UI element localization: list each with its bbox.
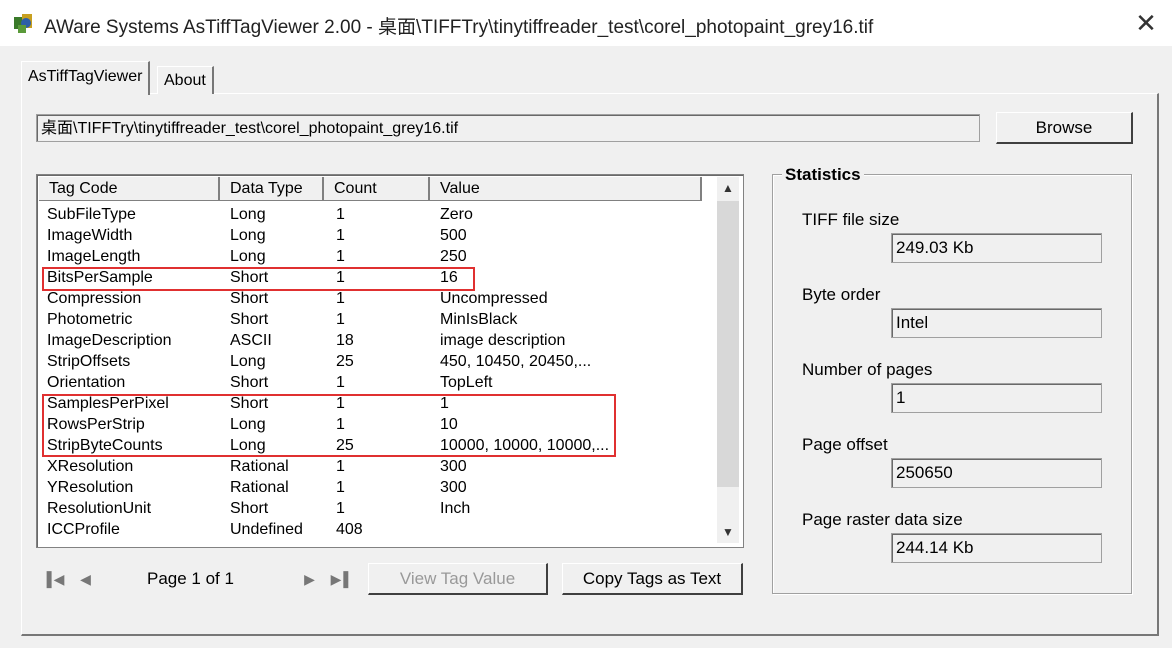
data-type-cell: Rational (230, 458, 289, 475)
value-cell: 450, 10450, 20450,... (440, 353, 592, 370)
count-cell: 408 (336, 521, 363, 538)
vertical-scrollbar[interactable]: ▲ ▼ (717, 177, 739, 543)
data-type-cell: Long (230, 227, 266, 244)
highlight-box-strip-tags (42, 394, 616, 457)
table-row[interactable]: Photometric Short 1 MinIsBlack (39, 309, 715, 330)
data-type-cell: Long (230, 353, 266, 370)
data-type-cell: Short (230, 311, 269, 328)
browse-button[interactable]: Browse (996, 112, 1133, 144)
data-type-cell: ASCII (230, 332, 272, 349)
page-offset-field[interactable]: 250650 (891, 458, 1102, 488)
byte-order-field[interactable]: Intel (891, 308, 1102, 338)
next-page-icon[interactable]: ▶ (298, 570, 318, 588)
window-title: AWare Systems AsTiffTagViewer 2.00 - 桌面\… (44, 17, 874, 38)
table-row[interactable]: ImageWidth Long 1 500 (39, 225, 715, 246)
value-cell: Zero (440, 206, 473, 223)
highlight-box-bitspersample (42, 267, 475, 291)
column-header-value[interactable]: Value (430, 177, 702, 201)
value-cell: Uncompressed (440, 290, 548, 307)
tag-code-cell: ImageLength (47, 248, 141, 265)
file-path-field[interactable]: 桌面\TIFFTry\tinytiffreader_test\corel_pho… (36, 114, 980, 142)
value-cell: 300 (440, 458, 467, 475)
close-icon[interactable]: ✕ (1130, 8, 1162, 38)
tiff-file-size-field[interactable]: 249.03 Kb (891, 233, 1102, 263)
table-row[interactable]: SubFileType Long 1 Zero (39, 204, 715, 225)
table-row[interactable]: XResolution Rational 1 300 (39, 456, 715, 477)
column-header-tag-code[interactable]: Tag Code (39, 177, 220, 201)
table-row[interactable]: YResolution Rational 1 300 (39, 477, 715, 498)
tag-code-cell: ImageDescription (47, 332, 172, 349)
count-cell: 1 (336, 290, 345, 307)
tab-about[interactable]: About (157, 66, 214, 94)
value-cell: 250 (440, 248, 467, 265)
table-row[interactable]: ICCProfile Undefined 408 (39, 519, 715, 540)
count-cell: 1 (336, 227, 345, 244)
column-header-count[interactable]: Count (324, 177, 430, 201)
count-cell: 18 (336, 332, 354, 349)
tag-code-cell: ResolutionUnit (47, 500, 152, 517)
count-cell: 1 (336, 500, 345, 517)
scroll-up-icon[interactable]: ▲ (717, 177, 739, 199)
data-type-cell: Rational (230, 479, 289, 496)
first-page-icon[interactable]: ▌◀ (44, 570, 65, 588)
previous-page-icon[interactable]: ◀ (74, 570, 94, 588)
last-page-icon[interactable]: ▶▐ (328, 570, 349, 588)
tag-code-cell: Compression (47, 290, 142, 307)
page-indicator: Page 1 of 1 (147, 569, 234, 588)
tag-code-cell: YResolution (47, 479, 134, 496)
count-cell: 1 (336, 479, 345, 496)
page-raster-data-size-label: Page raster data size (802, 510, 963, 529)
count-cell: 1 (336, 311, 345, 328)
tag-list-header: Tag Code Data Type Count Value (39, 177, 737, 202)
tag-code-cell: StripOffsets (47, 353, 131, 370)
table-row[interactable]: Orientation Short 1 TopLeft (39, 372, 715, 393)
tag-code-cell: ImageWidth (47, 227, 133, 244)
scroll-down-icon[interactable]: ▼ (717, 521, 739, 543)
column-header-data-type[interactable]: Data Type (220, 177, 324, 201)
data-type-cell: Undefined (230, 521, 303, 538)
statistics-title: Statistics (782, 165, 864, 185)
data-type-cell: Short (230, 500, 269, 517)
page-offset-label: Page offset (802, 435, 888, 454)
data-type-cell: Short (230, 374, 269, 391)
number-of-pages-label: Number of pages (802, 360, 933, 379)
count-cell: 1 (336, 374, 345, 391)
table-row[interactable]: ImageLength Long 1 250 (39, 246, 715, 267)
tab-astifftagviewer[interactable]: AsTiffTagViewer (21, 61, 151, 95)
count-cell: 25 (336, 353, 354, 370)
table-row[interactable]: Compression Short 1 Uncompressed (39, 288, 715, 309)
tiff-file-size-label: TIFF file size (802, 210, 900, 229)
view-tag-value-button[interactable]: View Tag Value (368, 563, 548, 595)
tag-code-cell: ICCProfile (47, 521, 120, 538)
tag-code-cell: Photometric (47, 311, 133, 328)
tag-code-cell: Orientation (47, 374, 126, 391)
table-row[interactable]: StripOffsets Long 25 450, 10450, 20450,... (39, 351, 715, 372)
byte-order-label: Byte order (802, 285, 881, 304)
data-type-cell: Short (230, 290, 269, 307)
value-cell: TopLeft (440, 374, 493, 391)
count-cell: 1 (336, 206, 345, 223)
tag-code-cell: XResolution (47, 458, 134, 475)
tag-code-cell: SubFileType (47, 206, 136, 223)
value-cell: image description (440, 332, 566, 349)
value-cell: 500 (440, 227, 467, 244)
page-raster-data-size-field[interactable]: 244.14 Kb (891, 533, 1102, 563)
number-of-pages-field[interactable]: 1 (891, 383, 1102, 413)
value-cell: Inch (440, 500, 471, 517)
count-cell: 1 (336, 458, 345, 475)
value-cell: 300 (440, 479, 467, 496)
table-row[interactable]: ImageDescription ASCII 18 image description (39, 330, 715, 351)
table-row[interactable]: ResolutionUnit Short 1 Inch (39, 498, 715, 519)
data-type-cell: Long (230, 206, 266, 223)
tag-list[interactable]: Tag Code Data Type Count Value SubFileTy… (36, 174, 744, 548)
scroll-thumb[interactable] (717, 201, 739, 487)
data-type-cell: Long (230, 248, 266, 265)
copy-tags-as-text-button[interactable]: Copy Tags as Text (562, 563, 743, 595)
app-icon (12, 11, 36, 35)
value-cell: MinIsBlack (440, 311, 518, 328)
count-cell: 1 (336, 248, 345, 265)
